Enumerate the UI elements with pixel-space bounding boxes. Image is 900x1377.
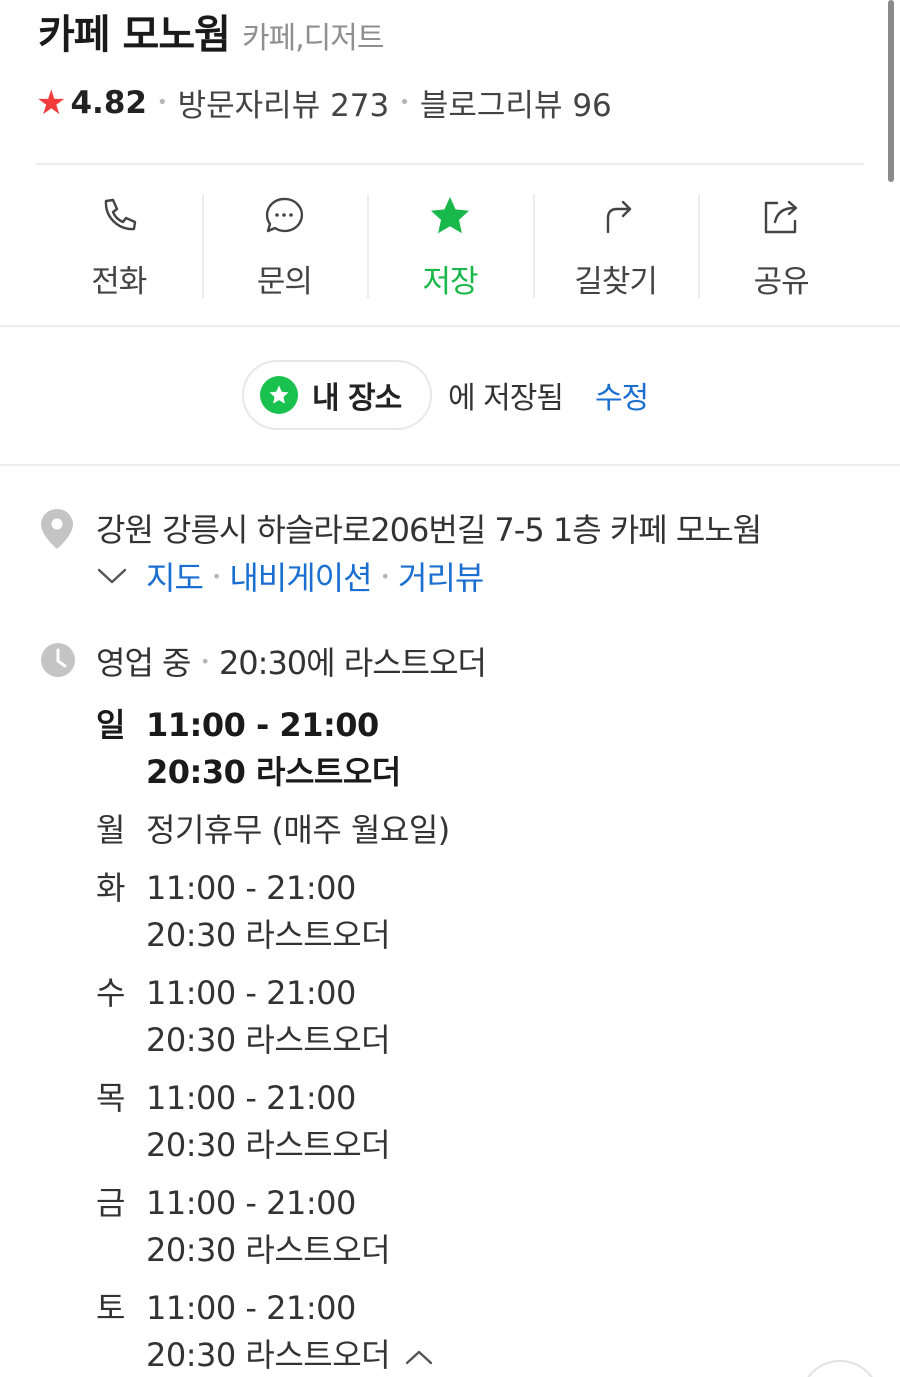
separator-dot: • [156, 92, 168, 113]
save-label: 저장 [422, 264, 478, 300]
chevron-down-icon[interactable] [96, 565, 128, 587]
last-order: 20:30 라스트오더 [146, 1231, 391, 1269]
hours-row-mon: 월 정기휴무 (매주 월요일) [96, 807, 796, 854]
directions-icon [606, 200, 631, 234]
title-row: 카페 모노웜 카페,디저트 [38, 2, 385, 60]
share-icon [764, 200, 798, 234]
day-label: 수 [96, 974, 126, 1012]
clock-icon [41, 643, 75, 677]
day-label: 월 [96, 811, 126, 849]
rating-value: 4.82 [70, 84, 147, 121]
day-label: 토 [96, 1289, 126, 1327]
day-label: 화 [96, 869, 126, 907]
business-status: 영업 중 • 20:30에 라스트오더 [96, 638, 487, 684]
map-link[interactable]: 지도 [146, 553, 204, 599]
day-label: 목 [96, 1079, 126, 1117]
separator-dot: • [399, 92, 410, 113]
save-button[interactable]: 저장 [367, 188, 533, 303]
action-bar: 전화 문의 저장 길찾기 공유 [36, 188, 864, 303]
navigation-link[interactable]: 내비게이션 [229, 553, 372, 599]
last-order: 20:30 라스트오더 [146, 916, 391, 954]
blog-reviews-link[interactable]: 블로그리뷰 96 [420, 80, 612, 125]
place-title: 카페 모노웜 [38, 12, 231, 58]
chat-icon [266, 197, 304, 233]
floating-button[interactable] [800, 1360, 880, 1377]
last-order: 20:30 라스트오더 [146, 1021, 391, 1059]
place-category: 카페,디저트 [241, 21, 385, 56]
saved-status-row: 내 장소 에 저장됨 수정 [242, 360, 649, 430]
last-order: 20:30 라스트오더 [146, 753, 401, 791]
saved-list-chip[interactable]: 내 장소 [242, 360, 432, 430]
visitor-reviews-link[interactable]: 방문자리뷰 273 [178, 80, 390, 125]
location-pin-icon [41, 509, 73, 549]
place-detail-page: 카페 모노웜 카페,디저트 ★ 4.82 • 방문자리뷰 273 • 블로그리뷰… [0, 0, 900, 1377]
hours-row-wed: 수 11:00 - 21:00 20:30 라스트오더 [96, 970, 796, 1064]
open-hours: 11:00 - 21:00 [146, 1289, 356, 1327]
open-hours: 11:00 - 21:00 [146, 974, 356, 1012]
inquiry-button[interactable]: 문의 [201, 188, 368, 303]
divider [36, 163, 864, 165]
open-hours: 11:00 - 21:00 [146, 1184, 356, 1222]
last-order-summary: 20:30에 라스트오더 [218, 644, 487, 682]
closed-notice: 정기휴무 (매주 월요일) [146, 811, 450, 849]
directions-button[interactable]: 길찾기 [532, 188, 699, 303]
directions-label: 길찾기 [574, 264, 658, 300]
saved-list-name: 내 장소 [312, 381, 402, 416]
inquiry-label: 문의 [256, 264, 313, 300]
open-hours: 11:00 - 21:00 [146, 1079, 356, 1117]
address-text: 강원 강릉시 하슬라로206번길 7-5 1층 카페 모노웜 [96, 511, 762, 549]
call-label: 전화 [91, 264, 147, 300]
edit-saved-link[interactable]: 수정 [595, 373, 649, 417]
day-label: 일 [96, 706, 126, 744]
separator-dot: • [380, 566, 390, 586]
separator-dot: • [200, 651, 210, 671]
last-order: 20:30 라스트오더 [146, 1336, 391, 1374]
star-icon [430, 197, 469, 234]
open-hours: 11:00 - 21:00 [146, 706, 379, 744]
call-button[interactable]: 전화 [36, 188, 202, 303]
street-view-link[interactable]: 거리뷰 [398, 553, 484, 599]
hours-row-fri: 금 11:00 - 21:00 20:30 라스트오더 [96, 1180, 796, 1274]
day-label: 금 [96, 1184, 126, 1222]
share-button[interactable]: 공유 [698, 188, 864, 303]
section-divider [0, 464, 900, 466]
phone-icon [104, 198, 136, 231]
chevron-up-icon[interactable] [404, 1347, 434, 1367]
saved-star-icon [260, 376, 298, 414]
hours-row-sat: 토 11:00 - 21:00 20:30 라스트오더 [96, 1285, 796, 1377]
last-order-row: 20:30 라스트오더 [146, 1332, 434, 1377]
address-links: 지도 • 내비게이션 • 거리뷰 [96, 553, 484, 599]
open-status: 영업 중 [96, 644, 191, 682]
share-label: 공유 [753, 264, 810, 300]
rating-star-icon: ★ [36, 82, 67, 123]
hours-row-thu: 목 11:00 - 21:00 20:30 라스트오더 [96, 1075, 796, 1169]
review-summary: ★ 4.82 • 방문자리뷰 273 • 블로그리뷰 96 [36, 80, 612, 125]
open-hours: 11:00 - 21:00 [146, 869, 356, 907]
business-hours-list: 일 11:00 - 21:00 20:30 라스트오더 월 정기휴무 (매주 월… [96, 702, 796, 1377]
section-divider [0, 325, 900, 327]
scrollbar[interactable] [888, 0, 894, 182]
last-order: 20:30 라스트오더 [146, 1126, 391, 1164]
hours-row-sun: 일 11:00 - 21:00 20:30 라스트오더 [96, 702, 796, 796]
hours-row-tue: 화 11:00 - 21:00 20:30 라스트오더 [96, 865, 796, 959]
separator-dot: • [211, 566, 221, 586]
saved-text: 에 저장됨 [448, 381, 564, 416]
